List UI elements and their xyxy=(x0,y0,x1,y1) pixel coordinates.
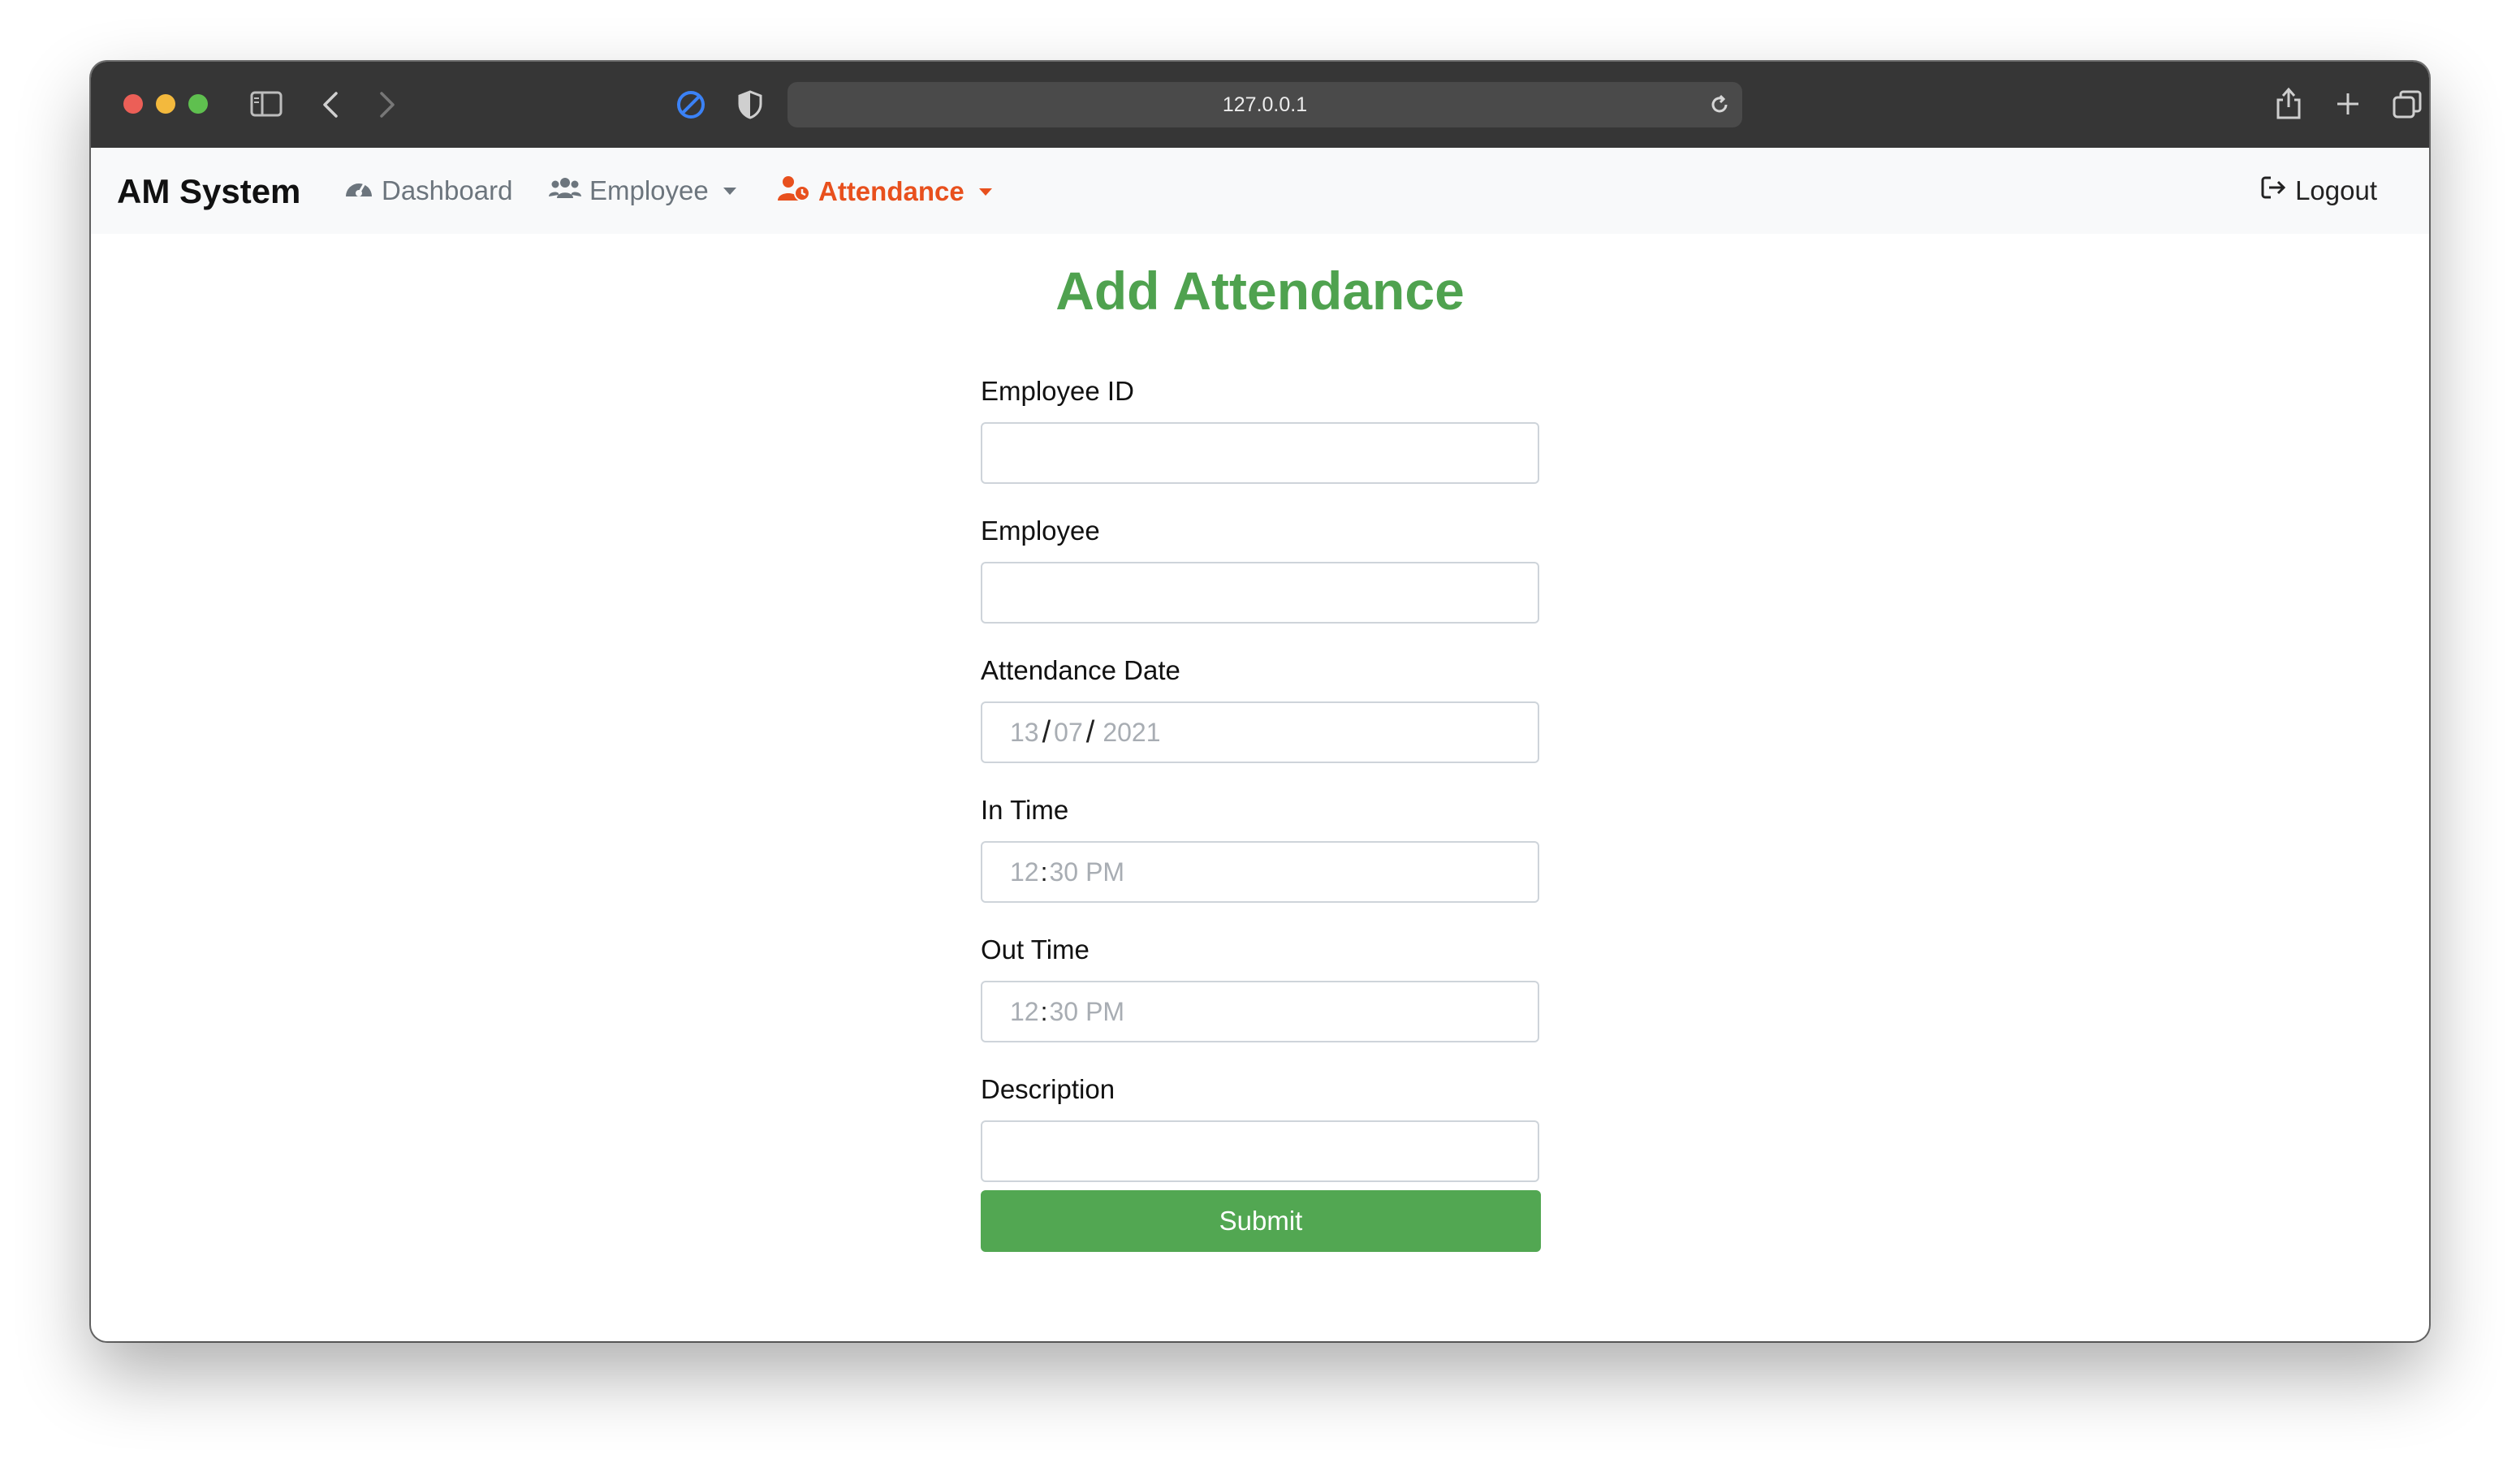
out-time-field-group: Out Time 12 : 30 PM xyxy=(981,934,1541,1073)
logout-label: Logout xyxy=(2295,175,2377,205)
shield-icon[interactable] xyxy=(737,89,763,120)
date-year-segment[interactable]: 2021 xyxy=(1102,718,1160,748)
employee-input[interactable] xyxy=(981,562,1539,624)
browser-titlebar: 127.0.0.1 xyxy=(91,62,2429,149)
out-time-ampm-segment[interactable]: PM xyxy=(1085,997,1124,1027)
in-time-field-group: In Time 12 : 30 PM xyxy=(981,794,1541,934)
nav-dashboard[interactable]: Dashboard xyxy=(344,175,512,206)
description-input[interactable] xyxy=(981,1120,1539,1182)
nav-attendance-dropdown[interactable]: Attendance xyxy=(778,175,992,208)
nav-attendance-label: Attendance xyxy=(818,176,964,206)
date-month-segment[interactable]: 07 xyxy=(1054,718,1083,748)
out-time-minute-segment[interactable]: 30 xyxy=(1049,997,1078,1027)
nav-employee-dropdown[interactable]: Employee xyxy=(549,175,736,206)
nav-dashboard-label: Dashboard xyxy=(382,175,513,205)
url-text: 127.0.0.1 xyxy=(1222,93,1308,116)
reload-icon[interactable] xyxy=(1708,93,1731,122)
in-time-hour-segment[interactable]: 12 xyxy=(1010,857,1039,887)
attendance-date-label: Attendance Date xyxy=(981,655,1180,685)
time-separator: : xyxy=(1040,996,1048,1026)
employee-id-field-group: Employee ID xyxy=(981,375,1541,515)
new-tab-icon[interactable] xyxy=(2335,91,2361,117)
logout-icon xyxy=(2261,175,2287,206)
date-separator: / xyxy=(1085,714,1095,749)
browser-window: 127.0.0.1 AM System Dashboard Employee A… xyxy=(91,62,2429,1341)
address-bar[interactable]: 127.0.0.1 xyxy=(788,82,1742,127)
out-time-label: Out Time xyxy=(981,934,1090,965)
attendance-date-input[interactable]: 13 / 07 / 2021 xyxy=(981,701,1539,763)
description-field-group: Description xyxy=(981,1073,1541,1192)
employee-id-label: Employee ID xyxy=(981,376,1134,406)
brand-logo-text[interactable]: AM System xyxy=(117,172,300,211)
in-time-minute-segment[interactable]: 30 xyxy=(1049,857,1078,887)
nav-employee-label: Employee xyxy=(589,175,709,205)
employee-field-group: Employee xyxy=(981,515,1541,654)
sidebar-toggle-icon[interactable] xyxy=(250,91,283,117)
forward-icon[interactable] xyxy=(378,91,396,119)
description-label: Description xyxy=(981,1074,1115,1104)
minimize-window-button[interactable] xyxy=(156,94,175,114)
chevron-down-icon xyxy=(978,188,992,196)
dashboard-gauge-icon xyxy=(344,175,373,206)
tab-overview-icon[interactable] xyxy=(2392,89,2423,120)
out-time-input[interactable]: 12 : 30 PM xyxy=(981,981,1539,1042)
attendance-date-field-group: Attendance Date 13 / 07 / 2021 xyxy=(981,654,1541,794)
back-icon[interactable] xyxy=(321,91,339,119)
date-day-segment[interactable]: 13 xyxy=(1010,718,1039,748)
users-icon xyxy=(549,175,581,206)
submit-button[interactable]: Submit xyxy=(981,1190,1541,1252)
privacy-block-icon[interactable] xyxy=(675,89,706,120)
out-time-hour-segment[interactable]: 12 xyxy=(1010,997,1039,1027)
in-time-label: In Time xyxy=(981,795,1069,825)
in-time-ampm-segment[interactable]: PM xyxy=(1085,857,1124,887)
logout-link[interactable]: Logout xyxy=(2261,175,2377,206)
time-separator: : xyxy=(1040,857,1048,887)
in-time-input[interactable]: 12 : 30 PM xyxy=(981,841,1539,903)
user-clock-icon xyxy=(778,175,810,208)
employee-id-input[interactable] xyxy=(981,422,1539,484)
chevron-down-icon xyxy=(723,187,736,195)
close-window-button[interactable] xyxy=(123,94,143,114)
app-navbar: AM System Dashboard Employee Attendance xyxy=(91,148,2429,234)
date-separator: / xyxy=(1042,714,1051,749)
page-title: Add Attendance xyxy=(1055,261,1465,321)
add-attendance-form: Employee ID Employee Attendance Date 13 … xyxy=(981,375,1541,1252)
share-icon[interactable] xyxy=(2275,86,2302,120)
employee-label: Employee xyxy=(981,516,1100,546)
maximize-window-button[interactable] xyxy=(188,94,208,114)
